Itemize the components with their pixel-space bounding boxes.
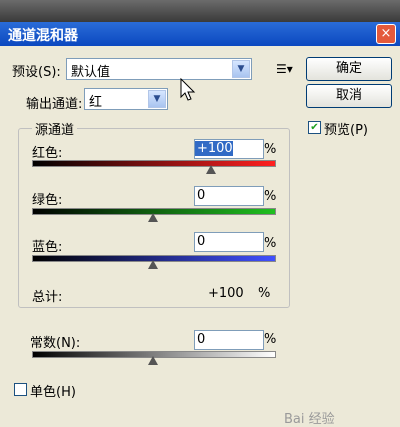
constant-label: 常数(N): xyxy=(30,336,81,351)
output-channel-value: 红 xyxy=(89,95,103,110)
green-slider-thumb[interactable] xyxy=(148,213,158,222)
green-channel-value: 0 xyxy=(197,188,206,203)
constant-value: 0 xyxy=(197,332,206,347)
window-title: 通道混和器 xyxy=(8,28,78,44)
blue-channel-input[interactable]: 0 xyxy=(194,232,264,252)
red-percent: % xyxy=(264,142,277,157)
output-channel-select[interactable]: 红 ▼ xyxy=(84,88,168,110)
constant-input[interactable]: 0 xyxy=(194,330,264,350)
close-icon[interactable]: × xyxy=(376,24,396,44)
preset-value: 默认值 xyxy=(71,65,111,80)
monochrome-checkbox[interactable] xyxy=(14,383,27,396)
total-value: +100 xyxy=(208,286,244,301)
ok-button[interactable]: 确定 xyxy=(306,57,392,81)
preview-checkbox[interactable]: ✔ xyxy=(308,121,321,134)
watermark-text: Bai 经验 xyxy=(284,412,335,427)
green-channel-input[interactable]: 0 xyxy=(194,186,264,206)
blue-channel-label: 蓝色: xyxy=(32,240,63,255)
red-channel-value: +100 xyxy=(195,141,233,156)
output-channel-label: 输出通道: xyxy=(26,97,83,112)
red-channel-input[interactable]: +100 xyxy=(194,139,264,159)
title-bar: 通道混和器 × xyxy=(0,22,400,46)
total-label: 总计: xyxy=(32,290,63,305)
background-strip xyxy=(0,0,400,22)
green-channel-label: 绿色: xyxy=(32,193,63,208)
channel-mixer-dialog: 预设(S): 默认值 ▼ ☰▾ 输出通道: 红 ▼ 确定 取消 ✔ 预览(P) … xyxy=(0,46,400,427)
blue-channel-value: 0 xyxy=(197,234,206,249)
constant-slider-thumb[interactable] xyxy=(148,356,158,365)
preset-select[interactable]: 默认值 ▼ xyxy=(66,58,252,80)
chevron-down-icon: ▼ xyxy=(232,60,250,78)
preset-label: 预设(S): xyxy=(12,65,61,80)
chevron-down-icon: ▼ xyxy=(148,90,166,108)
preview-label: 预览(P) xyxy=(324,123,368,138)
monochrome-label: 单色(H) xyxy=(30,385,76,400)
blue-slider-thumb[interactable] xyxy=(148,260,158,269)
constant-percent: % xyxy=(264,332,277,347)
green-percent: % xyxy=(264,189,277,204)
mouse-cursor-icon xyxy=(180,78,196,101)
red-slider-thumb[interactable] xyxy=(206,165,216,174)
red-channel-label: 红色: xyxy=(32,146,63,161)
source-channels-title: 源通道 xyxy=(32,119,78,138)
red-channel-slider[interactable] xyxy=(32,160,276,167)
total-percent: % xyxy=(258,286,271,301)
blue-percent: % xyxy=(264,236,277,251)
cancel-button[interactable]: 取消 xyxy=(306,84,392,108)
preset-menu-icon[interactable]: ☰▾ xyxy=(276,62,293,76)
